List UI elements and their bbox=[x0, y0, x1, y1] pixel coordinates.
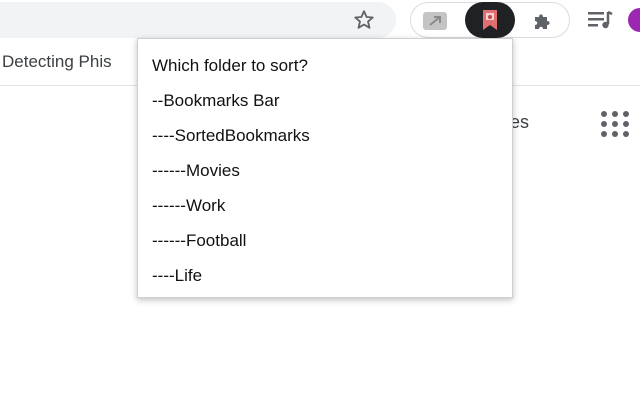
folder-option[interactable]: ------Football bbox=[152, 231, 310, 266]
folder-option[interactable]: ------Work bbox=[152, 196, 310, 231]
folder-option[interactable]: ------Movies bbox=[152, 161, 310, 196]
extension-popup: Which folder to sort? --Bookmarks Bar --… bbox=[137, 38, 513, 298]
grid-dot bbox=[623, 121, 629, 127]
grid-dot bbox=[623, 131, 629, 137]
screen-extension-button[interactable] bbox=[421, 7, 449, 35]
folder-list: --Bookmarks Bar ----SortedBookmarks ----… bbox=[152, 91, 310, 301]
browser-window: Detecting Phis ges Which folder to sort?… bbox=[0, 0, 640, 400]
grid-dot bbox=[601, 121, 607, 127]
star-outline-icon bbox=[354, 10, 374, 29]
grid-dot bbox=[612, 131, 618, 137]
browser-toolbar bbox=[0, 0, 640, 40]
profile-avatar[interactable] bbox=[628, 8, 640, 32]
bookmark-star-button[interactable] bbox=[348, 4, 380, 36]
popup-title: Which folder to sort? bbox=[152, 56, 308, 75]
apps-grid-icon[interactable] bbox=[601, 111, 631, 137]
puzzle-piece-icon bbox=[535, 14, 550, 29]
grid-dot bbox=[612, 121, 618, 127]
extensions-group bbox=[410, 2, 570, 38]
folder-option[interactable]: ----Life bbox=[152, 266, 310, 301]
folder-option[interactable]: ----SortedBookmarks bbox=[152, 126, 310, 161]
grid-dot bbox=[601, 131, 607, 137]
folder-option[interactable]: --Bookmarks Bar bbox=[152, 91, 310, 126]
media-queue-icon bbox=[588, 10, 613, 29]
grid-dot bbox=[612, 111, 618, 117]
extensions-menu-button[interactable] bbox=[529, 7, 557, 35]
grid-dot bbox=[623, 111, 629, 117]
bookmark-item[interactable]: Detecting Phis bbox=[2, 52, 112, 72]
media-queue-button[interactable] bbox=[584, 4, 616, 36]
grid-dot bbox=[601, 111, 607, 117]
bookmark-sorter-extension-icon bbox=[483, 10, 497, 30]
bookmark-sorter-extension-button[interactable] bbox=[465, 2, 515, 38]
screen-extension-icon bbox=[423, 12, 447, 30]
address-bar[interactable] bbox=[0, 2, 396, 38]
